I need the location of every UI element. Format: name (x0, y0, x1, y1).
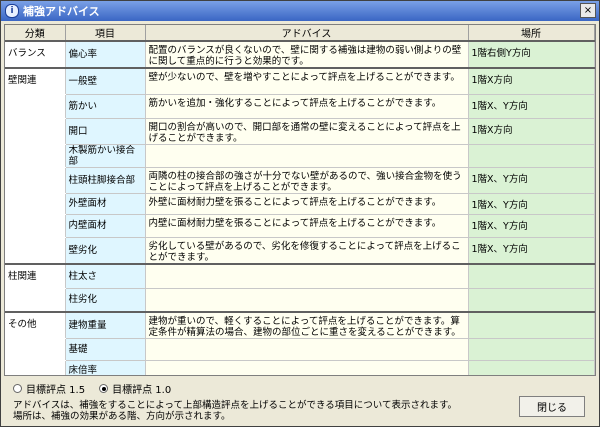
cell-location[interactable] (468, 310, 595, 339)
cell-category[interactable]: 壁関連 (5, 67, 66, 95)
radio-dot-icon[interactable] (13, 384, 22, 393)
cell-category[interactable] (5, 338, 66, 361)
cell-location[interactable] (468, 360, 595, 375)
header-location[interactable]: 場所 (468, 25, 595, 42)
cell-category[interactable] (5, 94, 66, 119)
cell-location[interactable] (468, 144, 595, 168)
cell-category[interactable] (5, 360, 66, 375)
cell-location[interactable]: 1階X、Y方向 (468, 94, 595, 119)
cell-advice[interactable] (145, 338, 469, 361)
table-row[interactable]: バランス 偏心率 配置のバランスが良くないので、壁に関する補強は建物の弱い側よりの壁… (5, 40, 595, 69)
cell-advice[interactable]: 配置のバランスが良くないので、壁に関する補強は建物の弱い側よりの壁に関して重点的… (145, 40, 469, 69)
cell-category[interactable] (5, 118, 66, 145)
table-row[interactable]: 床倍率 (5, 360, 595, 375)
cell-advice[interactable] (145, 144, 469, 168)
title-bar[interactable]: i 補強アドバイス × (1, 1, 599, 21)
header-item[interactable]: 項目 (65, 25, 146, 42)
cell-advice[interactable]: 劣化している壁があるので、劣化を修復することによって評点を上げることができます。 (145, 237, 469, 264)
radio-label: 目標評点 1.5 (26, 385, 86, 396)
cell-category[interactable]: 柱関連 (5, 262, 66, 289)
cell-advice[interactable] (145, 288, 469, 312)
cell-item[interactable]: 床倍率 (65, 360, 146, 375)
table-row[interactable]: 柱劣化 (5, 288, 595, 312)
cell-category[interactable] (5, 237, 66, 264)
cell-advice[interactable]: 壁が少ないので、壁を増やすことによって評点を上げることができます。 (145, 67, 469, 95)
cell-advice[interactable]: 内壁に面材耐力壁を張ることによって評点を上げることができます。 (145, 214, 469, 238)
table-row[interactable]: 内壁面材 内壁に面材耐力壁を張ることによって評点を上げることができます。 1階X、Y… (5, 214, 595, 238)
table-row[interactable]: 柱関連 柱太さ (5, 262, 595, 289)
close-button[interactable]: 閉じる (519, 396, 585, 417)
close-icon[interactable]: × (580, 3, 596, 18)
header-advice[interactable]: アドバイス (145, 25, 469, 42)
cell-location[interactable] (468, 262, 595, 289)
cell-item[interactable]: 木製筋かい接合部 (65, 144, 146, 168)
cell-item[interactable]: 柱劣化 (65, 288, 146, 312)
cell-item[interactable]: 筋かい (65, 94, 146, 119)
cell-category[interactable] (5, 288, 66, 312)
cell-item[interactable]: 壁劣化 (65, 237, 146, 264)
radio-dot-icon[interactable] (99, 384, 109, 393)
cell-location[interactable]: 1階右側Y方向 (468, 40, 595, 69)
cell-advice[interactable]: 外壁に面材耐力壁を張ることによって評点を上げることができます。 (145, 193, 469, 215)
cell-advice[interactable] (145, 262, 469, 289)
cell-advice[interactable]: 両隣の柱の接合部の強さが十分でない壁があるので、強い接合金物を使うことによって評… (145, 167, 469, 194)
cell-item[interactable]: 一般壁 (65, 67, 146, 95)
cell-category[interactable]: その他 (5, 310, 66, 339)
cell-advice[interactable]: 建物が重いので、軽くすることによって評点を上げることができます。算定条件が精算法… (145, 310, 469, 339)
table-row[interactable]: 木製筋かい接合部 (5, 144, 595, 168)
cell-location[interactable]: 1階X方向 (468, 118, 595, 145)
cell-item[interactable]: 建物重量 (65, 310, 146, 339)
cell-item[interactable]: 内壁面材 (65, 214, 146, 238)
target-score-radio[interactable]: 目標評点 1.5 (13, 381, 85, 396)
cell-category[interactable] (5, 167, 66, 194)
cell-location[interactable]: 1階X、Y方向 (468, 214, 595, 238)
cell-category[interactable] (5, 214, 66, 238)
cell-item[interactable]: 開口 (65, 118, 146, 145)
advice-grid[interactable]: 分類 項目 アドバイス 場所 バランス 偏心率 配置のバランスが良くないので、壁に関… (4, 24, 596, 376)
grid-header: 分類 項目 アドバイス 場所 (5, 25, 595, 42)
window-title: 補強アドバイス (23, 5, 100, 18)
cell-item[interactable]: 偏心率 (65, 40, 146, 69)
radio-label: 目標評点 1.0 (112, 385, 172, 396)
table-row[interactable]: 開口 開口の割合が高いので、開口部を通常の壁に変えることによって評点を上げることが… (5, 118, 595, 145)
cell-location[interactable] (468, 338, 595, 361)
target-score-radio[interactable]: 目標評点 1.0 (99, 381, 171, 396)
cell-location[interactable]: 1階X、Y方向 (468, 167, 595, 194)
header-category[interactable]: 分類 (5, 25, 66, 42)
notes: アドバイスは、補強をすることによって上部構造評点を上げることができる項目について… (13, 400, 457, 422)
table-row[interactable]: その他 建物重量 建物が重いので、軽くすることによって評点を上げることができます。算… (5, 310, 595, 339)
note-line: 場所は、補強の効果がある階、方向が示されます。 (13, 411, 231, 422)
cell-item[interactable]: 柱太さ (65, 262, 146, 289)
cell-location[interactable] (468, 288, 595, 312)
cell-item[interactable]: 柱頭柱脚接合部 (65, 167, 146, 194)
table-row[interactable]: 壁関連 一般壁 壁が少ないので、壁を増やすことによって評点を上げることができます。 1… (5, 67, 595, 95)
cell-location[interactable]: 1階X、Y方向 (468, 237, 595, 264)
advice-window: i 補強アドバイス × 分類 項目 アドバイス 場所 バランス 偏心率 配置のバラン… (0, 0, 600, 427)
cell-advice[interactable]: 筋かいを追加・強化することによって評点を上げることができます。 (145, 94, 469, 119)
table-row[interactable]: 筋かい 筋かいを追加・強化することによって評点を上げることができます。 1階X、Y方… (5, 94, 595, 119)
cell-advice[interactable] (145, 360, 469, 375)
table-row[interactable]: 柱頭柱脚接合部 両隣の柱の接合部の強さが十分でない壁があるので、強い接合金物を使う… (5, 167, 595, 194)
cell-location[interactable]: 1階X、Y方向 (468, 193, 595, 215)
cell-location[interactable]: 1階X方向 (468, 67, 595, 95)
table-row[interactable]: 外壁面材 外壁に面材耐力壁を張ることによって評点を上げることができます。 1階X、Y… (5, 193, 595, 215)
table-row[interactable]: 壁劣化 劣化している壁があるので、劣化を修復することによって評点を上げることができ… (5, 237, 595, 264)
cell-category[interactable] (5, 193, 66, 215)
cell-advice[interactable]: 開口の割合が高いので、開口部を通常の壁に変えることによって評点を上げることができ… (145, 118, 469, 145)
target-score-options: 目標評点 1.5 目標評点 1.0 (13, 381, 171, 396)
cell-category[interactable] (5, 144, 66, 168)
info-icon: i (5, 4, 19, 18)
cell-item[interactable]: 基礎 (65, 338, 146, 361)
cell-item[interactable]: 外壁面材 (65, 193, 146, 215)
note-line: アドバイスは、補強をすることによって上部構造評点を上げることができる項目について… (13, 400, 458, 411)
table-row[interactable]: 基礎 (5, 338, 595, 361)
cell-category[interactable]: バランス (5, 40, 66, 69)
